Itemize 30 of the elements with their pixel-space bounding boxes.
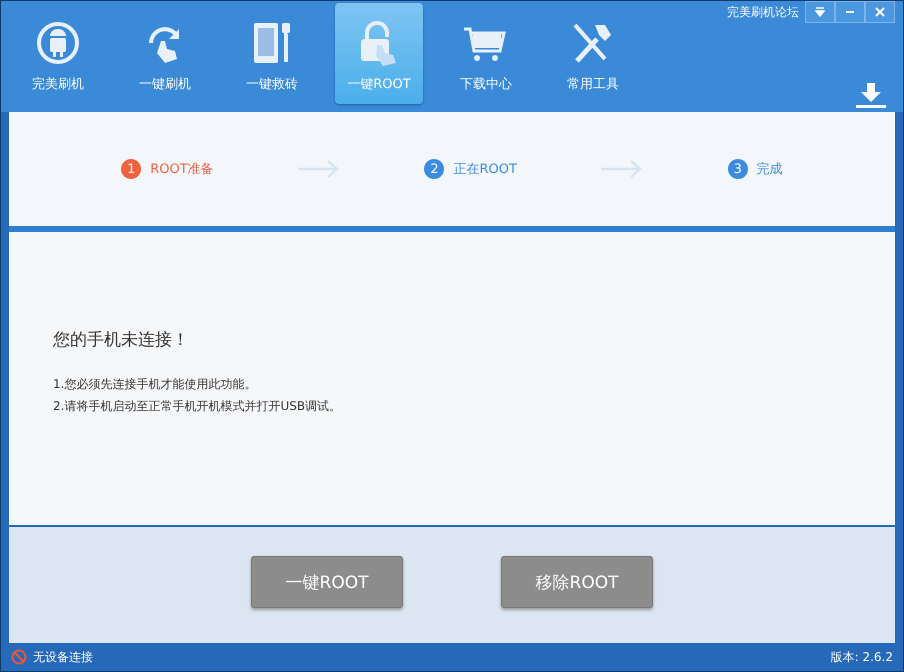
toolbar-tab[interactable]: 下载中心 [442,3,530,104]
close-icon [875,7,885,17]
connection-status: 无设备连接 [33,648,93,666]
arrow-icon [601,159,644,179]
step-number: 3 [728,159,748,179]
action-button[interactable]: 移除ROOT [501,556,653,608]
caret-down-icon [815,7,825,17]
message-text: 1.您必须先连接手机才能使用此功能。 [53,376,258,393]
version-label: 版本: 2.6.2 [830,648,893,666]
download-icon[interactable] [855,83,887,109]
minimize-button[interactable] [835,1,865,23]
toolbar-tab[interactable]: 完美刷机 [14,3,102,104]
step-label: 完成 [756,161,783,178]
prohibited-icon [11,649,27,665]
message-text: 2.请将手机启动至正常手机开机模式并打开USB调试。 [53,398,342,415]
dropdown-button[interactable] [805,1,835,23]
step-label: 正在ROOT [453,161,517,178]
message-title: 您的手机未连接！ [53,329,190,351]
toolbar-tab[interactable]: 一键ROOT [335,3,423,104]
action-button[interactable]: 一键ROOT [251,556,403,608]
forum-link[interactable]: 完美刷机论坛 [727,4,799,20]
step-number: 2 [424,159,444,179]
close-button[interactable] [865,1,895,23]
android-robot-icon [34,19,82,67]
step-number: 1 [121,159,142,179]
arrow-icon [298,159,340,179]
toolbar-tab[interactable]: 一键救砖 [228,3,316,104]
step-label: ROOT准备 [150,161,214,178]
toolbar-tab[interactable]: 一键刷机 [121,3,209,104]
toolbar-tab[interactable]: 常用工具 [549,3,637,104]
